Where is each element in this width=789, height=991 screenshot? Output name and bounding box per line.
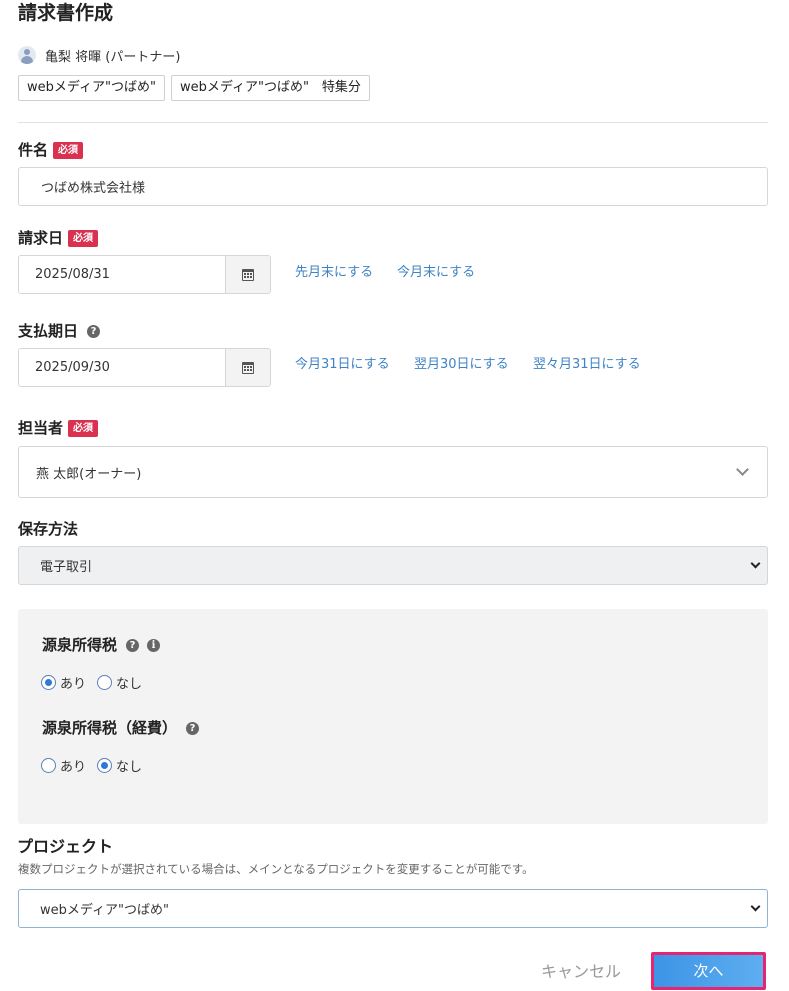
due-date-label: 支払期日 ?	[18, 321, 101, 341]
withholding-expense-radio-group: あり なし	[41, 756, 153, 775]
project-tag: webメディア"つばめ"	[18, 75, 165, 101]
avatar	[18, 46, 36, 64]
radio-checked[interactable]	[41, 675, 56, 690]
assignee-label-text: 担当者	[18, 419, 64, 437]
question-icon[interactable]: ?	[126, 638, 140, 652]
radio-label: あり	[60, 677, 87, 692]
project-label: プロジェクト	[17, 837, 114, 856]
subject-label: 件名 必須	[18, 140, 84, 160]
invoice-date-input[interactable]: 2025/08/31	[19, 256, 225, 293]
radio-label: あり	[60, 760, 87, 775]
withholding-yes-option[interactable]: あり	[41, 673, 86, 692]
due-date-input[interactable]: 2025/09/30	[19, 349, 225, 386]
invoice-date-field[interactable]: 2025/08/31	[18, 255, 271, 294]
question-icon[interactable]: ?	[186, 721, 200, 735]
cancel-button[interactable]: キャンセル	[530, 956, 632, 988]
withholding-no-option[interactable]: なし	[97, 673, 142, 692]
month-after-next-31-link[interactable]: 翌々月31日にする	[533, 356, 641, 374]
next-button[interactable]: 次へ	[654, 955, 763, 987]
storage-select[interactable]: 電子取引	[18, 546, 768, 585]
assignee-value: 燕 太郎(オーナー)	[36, 466, 142, 482]
user-row: 亀梨 将暉 (パートナー)	[18, 45, 180, 65]
last-month-end-link[interactable]: 先月末にする	[295, 264, 373, 282]
chevron-down-icon	[750, 558, 761, 569]
required-badge: 必須	[68, 229, 99, 247]
project-tag: webメディア"つばめ" 特集分	[171, 75, 370, 101]
next-button-highlight: 次へ	[651, 952, 766, 990]
page-title: 請求書作成	[18, 2, 114, 24]
calendar-icon	[242, 268, 254, 281]
subject-label-text: 件名	[18, 141, 49, 159]
invoice-date-calendar-button[interactable]	[225, 256, 270, 293]
chevron-down-icon	[750, 901, 761, 912]
withholding-label-text: 源泉所得税	[42, 636, 118, 654]
assignee-label: 担当者 必須	[18, 418, 99, 438]
chevron-down-icon	[736, 463, 749, 476]
radio-unchecked[interactable]	[97, 675, 113, 690]
withholding-radio-group: あり なし	[41, 673, 153, 692]
this-month-end-link[interactable]: 今月末にする	[397, 264, 475, 282]
subject-value: つばめ株式会社様	[41, 181, 146, 196]
withholding-label: 源泉所得税 ? i	[42, 635, 161, 655]
due-date-label-text: 支払期日	[18, 322, 79, 340]
withholding-expense-yes-option[interactable]: あり	[41, 756, 86, 775]
radio-label: なし	[116, 760, 143, 775]
question-icon[interactable]: ?	[87, 324, 101, 338]
info-icon[interactable]: i	[147, 638, 161, 652]
storage-label: 保存方法	[18, 520, 79, 538]
withholding-expense-label-text: 源泉所得税（経費）	[42, 719, 178, 737]
project-value: webメディア"つばめ"	[40, 903, 169, 918]
invoice-date-label-text: 請求日	[18, 229, 64, 247]
subject-input[interactable]: つばめ株式会社様	[18, 167, 768, 206]
this-month-31-link[interactable]: 今月31日にする	[295, 356, 390, 374]
calendar-icon	[242, 361, 254, 374]
required-badge: 必須	[68, 419, 99, 437]
radio-unchecked[interactable]	[41, 758, 56, 773]
withholding-expense-label: 源泉所得税（経費） ?	[42, 718, 200, 738]
user-name: 亀梨 将暉 (パートナー)	[45, 49, 181, 65]
storage-value: 電子取引	[40, 560, 93, 575]
required-badge: 必須	[53, 141, 84, 159]
project-description: 複数プロジェクトが選択されている場合は、メインとなるプロジェクトを変更することが…	[18, 862, 534, 876]
project-select[interactable]: webメディア"つばめ"	[18, 889, 768, 928]
due-date-field[interactable]: 2025/09/30	[18, 348, 271, 387]
radio-label: なし	[116, 677, 143, 692]
due-date-calendar-button[interactable]	[225, 349, 270, 386]
assignee-select[interactable]: 燕 太郎(オーナー)	[18, 446, 768, 498]
withholding-expense-no-option[interactable]: なし	[97, 756, 142, 775]
divider	[18, 122, 768, 123]
radio-checked[interactable]	[97, 758, 113, 773]
next-month-30-link[interactable]: 翌月30日にする	[414, 356, 509, 374]
invoice-date-label: 請求日 必須	[18, 228, 99, 248]
